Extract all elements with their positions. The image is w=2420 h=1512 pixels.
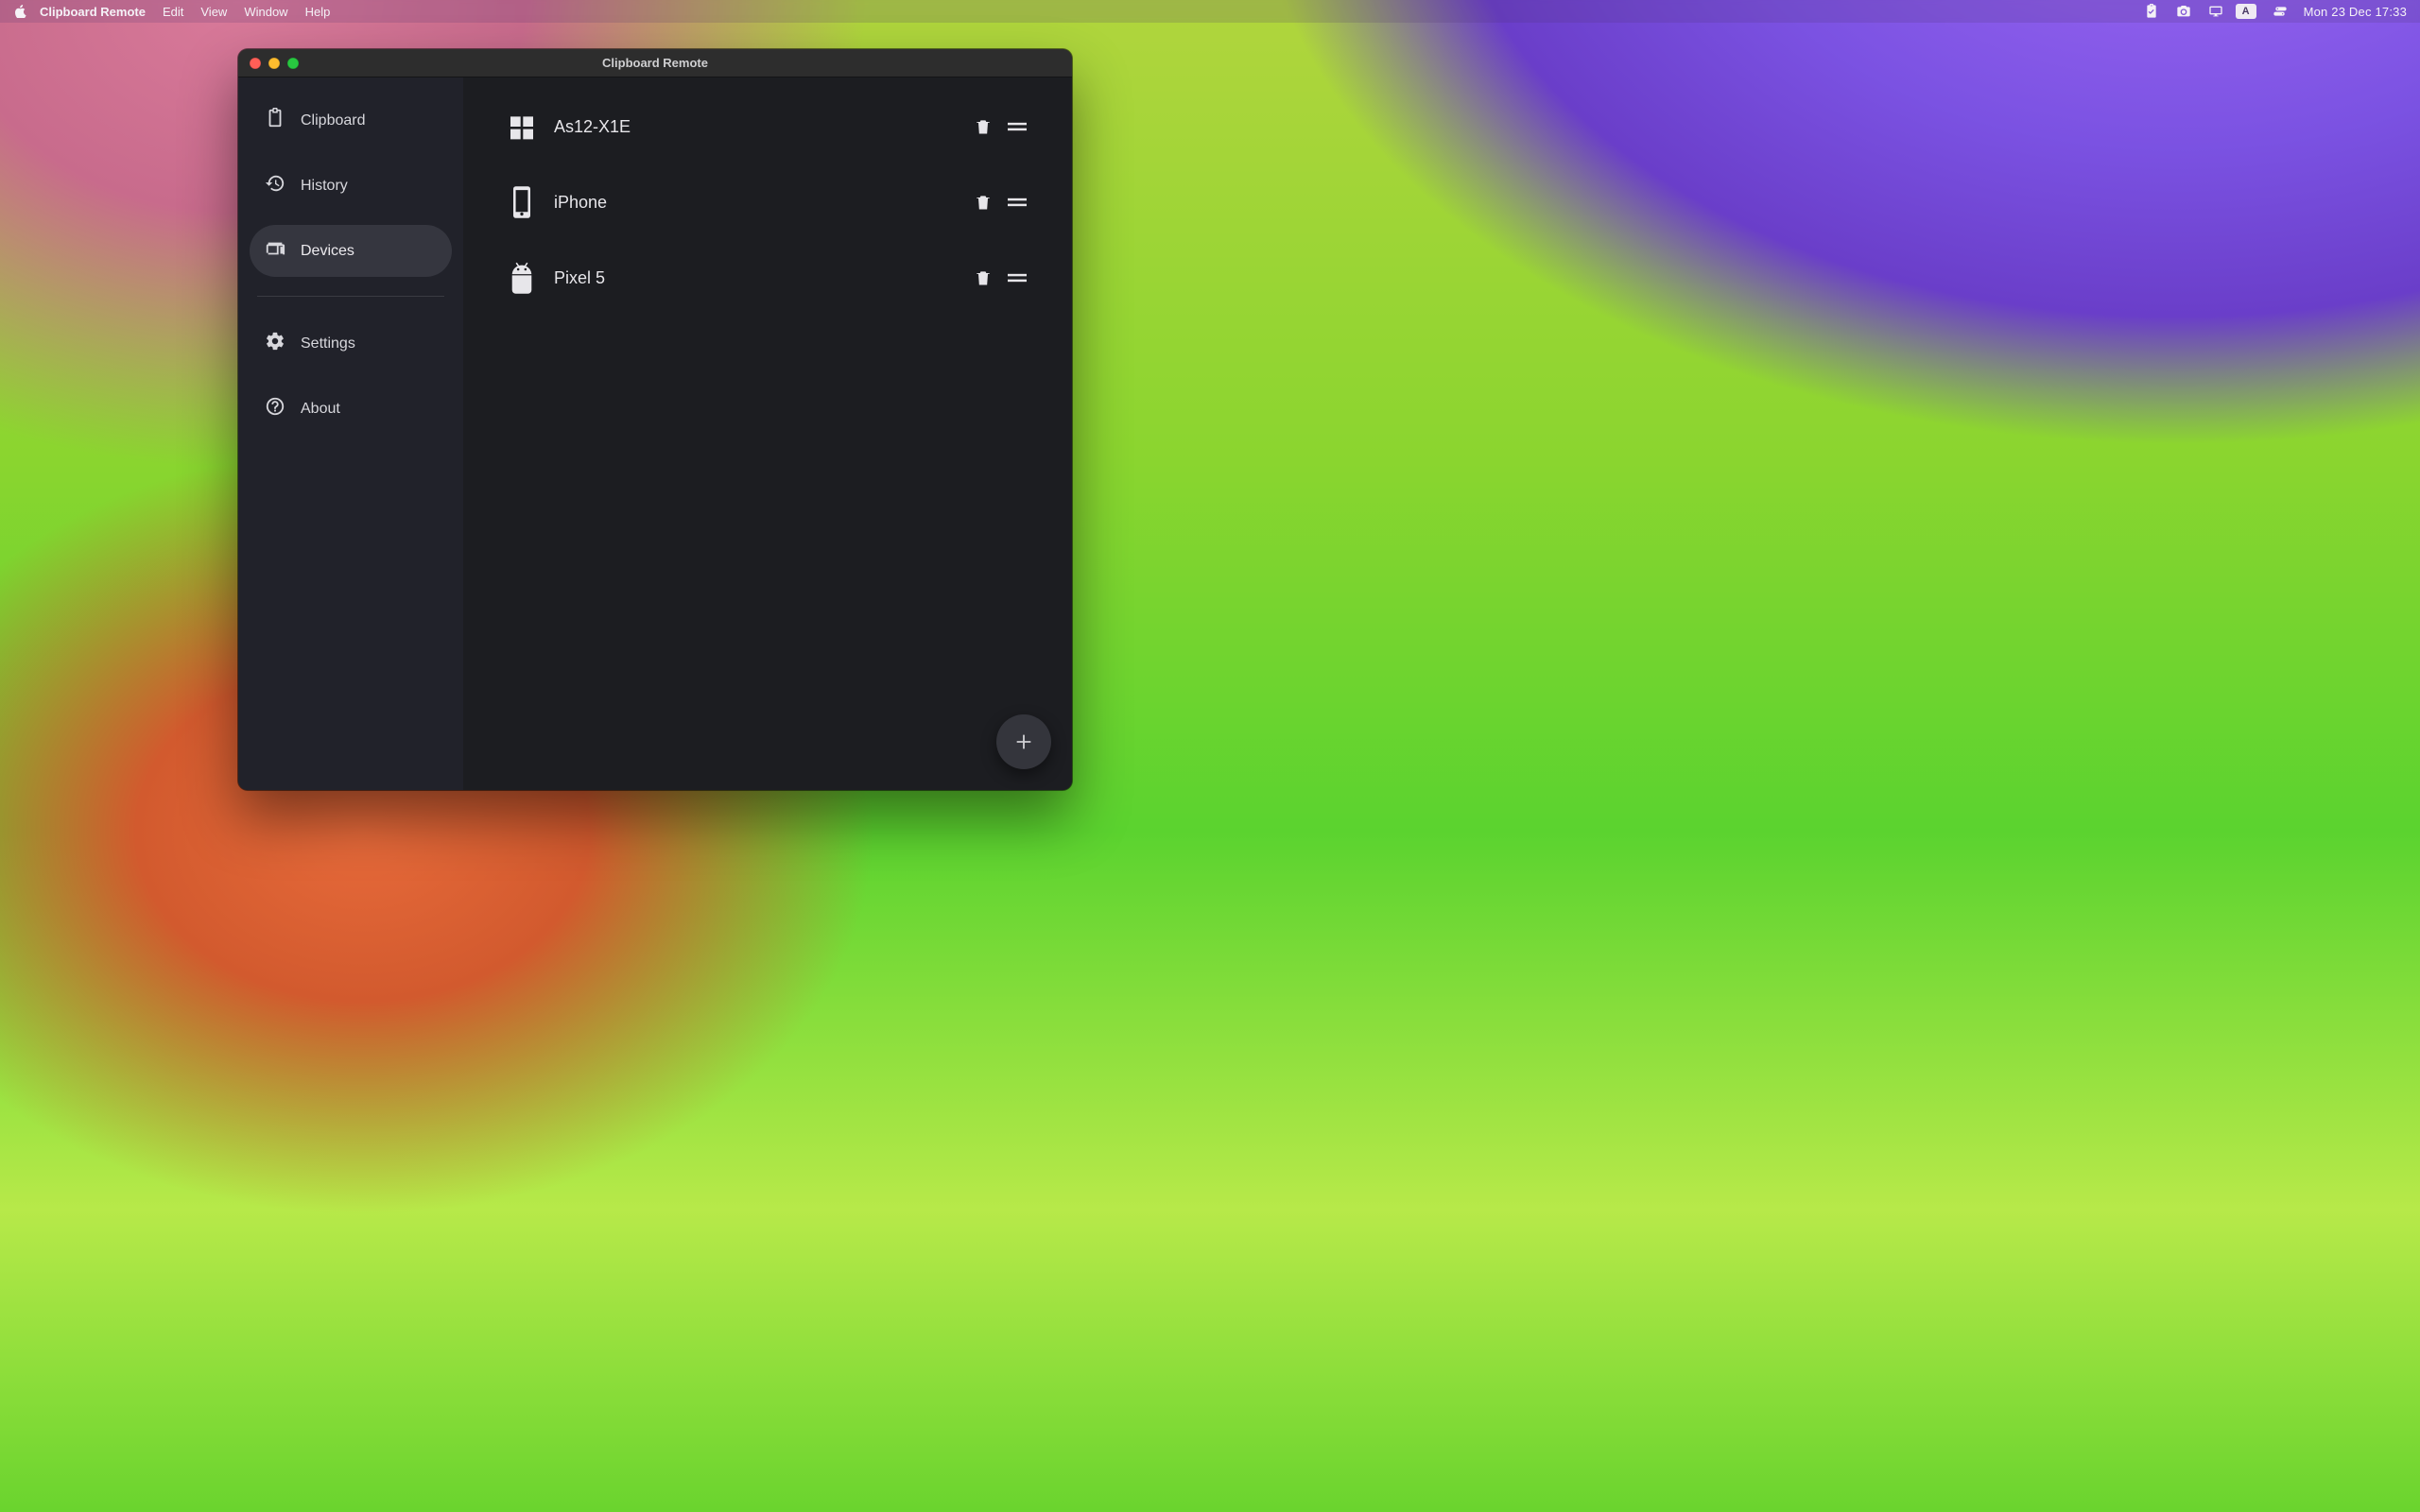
app-window: Clipboard Remote Clipboard History <box>238 49 1072 790</box>
history-icon <box>265 173 285 198</box>
drag-handle-icon[interactable] <box>1000 272 1034 284</box>
sidebar-item-clipboard[interactable]: Clipboard <box>250 94 452 146</box>
help-icon <box>265 396 285 421</box>
macos-menubar: Clipboard Remote Edit View Window Help A… <box>0 0 2420 23</box>
device-row[interactable]: Pixel 5 <box>488 240 1047 316</box>
add-device-button[interactable] <box>996 714 1051 769</box>
menubar-app-name[interactable]: Clipboard Remote <box>40 5 146 19</box>
device-row[interactable]: As12-X1E <box>488 89 1047 164</box>
device-row[interactable]: iPhone <box>488 164 1047 240</box>
menubar-clock[interactable]: Mon 23 Dec 17:33 <box>2304 5 2407 19</box>
desktop-wallpaper: Clipboard Remote Edit View Window Help A… <box>0 0 2420 1512</box>
menubar-item-edit[interactable]: Edit <box>163 5 183 19</box>
menubar-item-view[interactable]: View <box>200 5 227 19</box>
delete-device-button[interactable] <box>966 117 1000 136</box>
windows-icon <box>501 110 543 144</box>
apple-menu-icon[interactable] <box>13 5 26 18</box>
android-icon <box>501 261 543 295</box>
gear-icon <box>265 331 285 356</box>
menubar-item-window[interactable]: Window <box>244 5 287 19</box>
menubar-camera-icon[interactable] <box>2169 4 2198 19</box>
sidebar-item-label: Clipboard <box>301 112 365 129</box>
sidebar-item-label: Devices <box>301 243 354 260</box>
plus-icon <box>1013 731 1034 752</box>
menubar-item-help[interactable]: Help <box>305 5 331 19</box>
sidebar-item-devices[interactable]: Devices <box>250 225 452 277</box>
phone-icon <box>501 185 543 219</box>
menubar-input-source-icon[interactable]: A <box>2236 4 2256 19</box>
menubar-control-center-icon[interactable] <box>2266 4 2294 19</box>
menubar-display-icon[interactable] <box>2202 4 2230 19</box>
sidebar-separator <box>257 296 444 297</box>
sidebar: Clipboard History Devices <box>238 77 463 790</box>
device-name: Pixel 5 <box>554 268 966 288</box>
drag-handle-icon[interactable] <box>1000 197 1034 208</box>
device-name: As12-X1E <box>554 117 966 137</box>
clipboard-icon <box>265 108 285 133</box>
sidebar-item-about[interactable]: About <box>250 383 452 435</box>
sidebar-item-label: About <box>301 401 340 418</box>
window-titlebar[interactable]: Clipboard Remote <box>238 49 1072 77</box>
devices-panel: As12-X1E iPhone <box>463 77 1072 790</box>
devices-icon <box>265 238 285 264</box>
delete-device-button[interactable] <box>966 193 1000 212</box>
sidebar-item-settings[interactable]: Settings <box>250 318 452 369</box>
device-name: iPhone <box>554 193 966 213</box>
sidebar-item-label: Settings <box>301 335 355 352</box>
drag-handle-icon[interactable] <box>1000 121 1034 132</box>
sidebar-item-label: History <box>301 178 348 195</box>
window-title: Clipboard Remote <box>238 56 1072 70</box>
delete-device-button[interactable] <box>966 268 1000 287</box>
menubar-clipboard-check-icon[interactable] <box>2137 4 2166 19</box>
sidebar-item-history[interactable]: History <box>250 160 452 212</box>
